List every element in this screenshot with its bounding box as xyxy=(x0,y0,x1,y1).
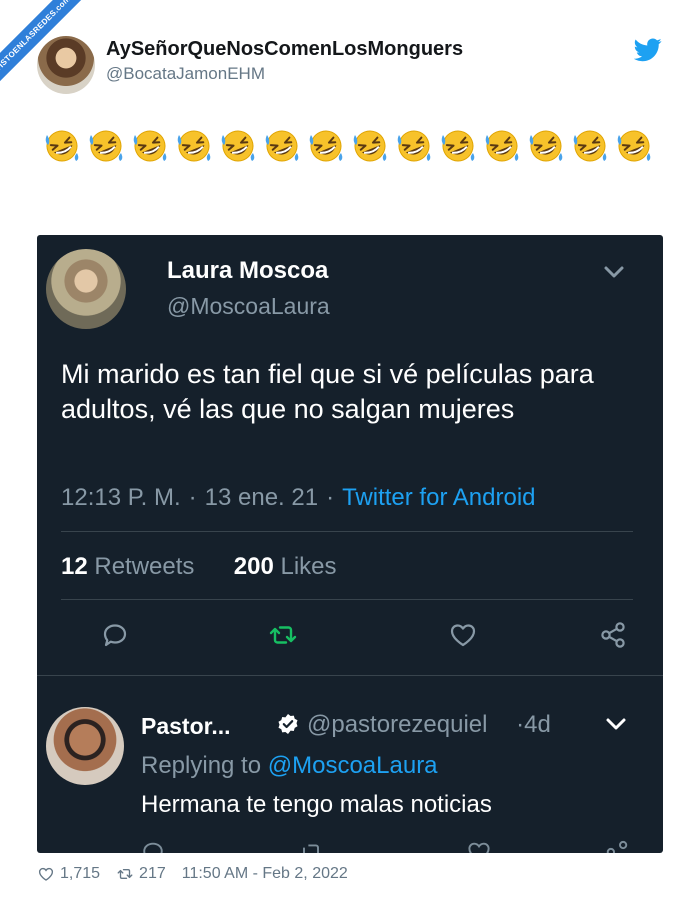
rolling-on-the-floor-laughing-icon xyxy=(216,126,260,166)
quoted-tweet-stats: 12 Retweets 200 Likes xyxy=(61,553,337,581)
replying-to-line: Replying to @MoscoaLaura xyxy=(141,752,438,780)
share-icon[interactable] xyxy=(597,619,629,651)
tweet-footer: 1,715 217 11:50 AM - Feb 2, 2022 xyxy=(37,865,364,883)
quoted-author-name[interactable]: Laura Moscoa xyxy=(167,257,328,285)
retweets-count[interactable]: 12 xyxy=(61,553,88,580)
like-heart-icon[interactable] xyxy=(465,838,493,853)
rolling-on-the-floor-laughing-icon xyxy=(568,126,612,166)
rolling-on-the-floor-laughing-icon xyxy=(348,126,392,166)
rolling-on-the-floor-laughing-icon xyxy=(304,126,348,166)
likes-label[interactable]: Likes xyxy=(280,553,336,580)
replying-prefix: Replying to xyxy=(141,752,262,779)
retweet-icon[interactable] xyxy=(297,838,325,853)
chevron-down-icon[interactable] xyxy=(605,717,627,731)
author-handle[interactable]: @BocataJamonEHM xyxy=(106,64,265,84)
heart-icon xyxy=(38,867,54,881)
rolling-on-the-floor-laughing-icon xyxy=(172,126,216,166)
twitter-bird-icon[interactable] xyxy=(634,38,662,62)
reply-author-name[interactable]: Pastor... xyxy=(141,713,230,740)
rolling-on-the-floor-laughing-icon xyxy=(436,126,480,166)
chevron-down-icon[interactable] xyxy=(603,265,625,279)
quoted-tweet-meta: 12:13 P. M. · 13 ene. 21 · Twitter for Andro… xyxy=(61,484,536,512)
author-display-name[interactable]: AySeñorQueNosComenLosMonguers xyxy=(106,38,463,61)
reply-icon[interactable] xyxy=(99,619,131,651)
quoted-time: 12:13 P. M. xyxy=(61,484,181,511)
rolling-on-the-floor-laughing-icon xyxy=(480,126,524,166)
rolling-on-the-floor-laughing-icon xyxy=(40,126,84,166)
quoted-source-app-link[interactable]: Twitter for Android xyxy=(342,484,535,511)
author-avatar[interactable] xyxy=(37,36,95,94)
footer-likes-count: 1,715 xyxy=(60,865,101,882)
reply-age: ·4d xyxy=(516,711,551,738)
divider xyxy=(37,675,663,676)
reply-author-avatar[interactable] xyxy=(46,707,124,785)
likes-count[interactable]: 200 xyxy=(234,553,274,580)
meta-separator: · xyxy=(188,484,197,511)
verified-badge-icon xyxy=(278,714,298,734)
divider xyxy=(61,599,633,600)
quoted-date: 13 ene. 21 xyxy=(204,484,319,511)
rolling-on-the-floor-laughing-icon xyxy=(84,126,128,166)
divider xyxy=(61,531,633,532)
meta-separator: · xyxy=(326,484,335,511)
rolling-on-the-floor-laughing-icon xyxy=(612,126,656,166)
reply-icon[interactable] xyxy=(139,838,167,853)
replying-to-mention[interactable]: @MoscoaLaura xyxy=(268,752,438,779)
rolling-on-the-floor-laughing-icon xyxy=(128,126,172,166)
like-heart-icon[interactable] xyxy=(447,619,479,651)
footer-likes[interactable]: 1,715 xyxy=(37,865,100,883)
retweets-label[interactable]: Retweets xyxy=(94,553,194,580)
retweet-icon[interactable] xyxy=(267,619,299,651)
retweet-icon xyxy=(117,868,133,880)
footer-timestamp[interactable]: 11:50 AM - Feb 2, 2022 xyxy=(182,865,348,883)
embedded-tweet-card[interactable]: Laura Moscoa @MoscoaLaura Mi marido es t… xyxy=(37,235,663,853)
rolling-on-the-floor-laughing-icon xyxy=(392,126,436,166)
footer-retweets[interactable]: 217 xyxy=(116,865,166,883)
rolling-on-the-floor-laughing-icon xyxy=(260,126,304,166)
quoted-tweet-text: Mi marido es tan fiel que si vé película… xyxy=(61,359,594,424)
tweet-emoji-text xyxy=(40,126,660,166)
quoted-author-avatar[interactable] xyxy=(46,249,126,329)
quoted-author-handle[interactable]: @MoscoaLaura xyxy=(167,293,330,320)
reply-author-handle[interactable]: @pastorezequiel ·4d xyxy=(307,711,551,739)
reply-tweet-text: Hermana te tengo malas noticias xyxy=(141,791,492,818)
rolling-on-the-floor-laughing-icon xyxy=(524,126,568,166)
footer-retweets-count: 217 xyxy=(139,865,166,882)
reply-handle-text[interactable]: @pastorezequiel xyxy=(307,711,487,738)
share-icon[interactable] xyxy=(603,838,631,853)
